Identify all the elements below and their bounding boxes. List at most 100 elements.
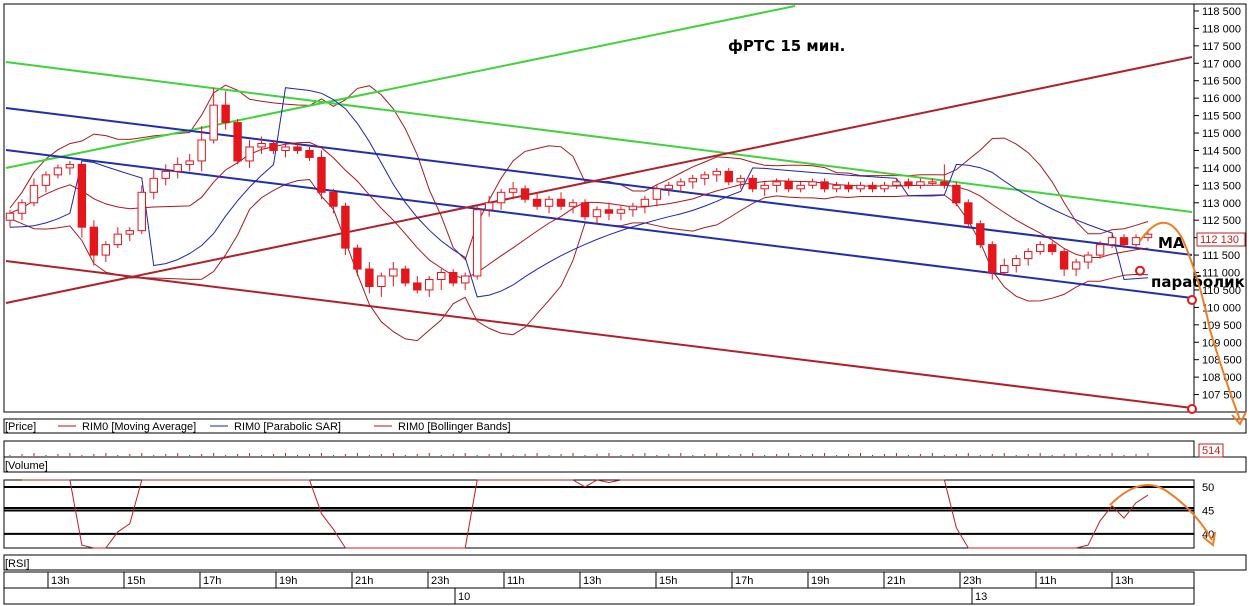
candle-body [317, 156, 326, 193]
candle-body [233, 122, 242, 162]
candle-body [832, 184, 841, 190]
time-hour-label: 11h [1039, 575, 1057, 587]
price-tick-label: 107 500 [1202, 390, 1242, 402]
price-tick-label: 114 500 [1202, 145, 1241, 157]
legend-ma: RIM0 [Moving Average] [82, 421, 196, 433]
candle-body [305, 149, 314, 158]
candle-body [1095, 244, 1105, 256]
candle-body [712, 170, 721, 176]
candle-body [125, 230, 135, 235]
candle-body [640, 198, 650, 207]
price-tick-label: 113 500 [1202, 180, 1241, 192]
candle-body [257, 142, 266, 148]
time-hour-label: 11h [507, 575, 525, 587]
candle-body [1035, 244, 1045, 253]
candle-body [604, 209, 614, 214]
candle-body [856, 184, 865, 190]
candle-body [185, 160, 194, 165]
candle-body [784, 181, 793, 190]
candle-body [353, 247, 362, 270]
price-tick-label: 115 500 [1202, 111, 1241, 123]
rsi-tick-label: 45 [1202, 505, 1214, 517]
candle-body [101, 244, 111, 256]
candle-body [796, 184, 805, 190]
candle-body [293, 146, 302, 151]
candle-body [736, 177, 745, 183]
candle-body [113, 233, 123, 246]
channel-marker-upper [1187, 295, 1197, 305]
last-price-label: 112 130 [1200, 234, 1239, 246]
volume-label-bar [3, 456, 1247, 473]
price-tick-label: 118 500 [1202, 6, 1241, 18]
chart-title: фРТС 15 мин. [728, 37, 845, 55]
price-tick-label: 111 500 [1202, 250, 1240, 262]
candle-body [976, 223, 985, 246]
price-tick-label: 109 000 [1202, 337, 1242, 349]
candle-body [772, 181, 781, 186]
candle-body [449, 272, 458, 284]
candle-body [988, 244, 997, 274]
legend-bb: RIM0 [Bollinger Bands] [398, 421, 511, 433]
candle-body [209, 104, 218, 141]
candle-body [844, 184, 853, 190]
volume-panel-frame [3, 440, 1195, 458]
price-tick-label: 115 000 [1202, 128, 1241, 140]
candle-body [1071, 261, 1081, 270]
candle-body [916, 181, 925, 186]
price-panel-frame [3, 3, 1195, 413]
candle-body [1059, 251, 1069, 270]
candle-body [401, 268, 410, 284]
candle-body [5, 212, 15, 221]
candle-body [17, 202, 27, 214]
chart-svg: 118 500 118 000 117 500 117 000 116 500 116 0… [3, 3, 1247, 605]
candle-body [676, 181, 686, 186]
legend-price: [Price] [5, 421, 36, 433]
candle-body [65, 163, 75, 169]
rsi-label-bar [3, 554, 1247, 571]
candle-body [556, 198, 566, 207]
candle-body [724, 170, 733, 183]
candle-body [1000, 265, 1009, 274]
candle-body [341, 205, 350, 249]
candle-body [616, 209, 626, 214]
candle-body [89, 226, 99, 256]
time-hour-label: 13h [51, 575, 69, 587]
candle-body [748, 177, 757, 190]
candle-body [1131, 237, 1141, 246]
candle-body [868, 184, 877, 190]
time-hour-label: 15h [659, 575, 677, 587]
time-hour-label: 23h [963, 575, 981, 587]
candle-body [820, 181, 829, 190]
candle-body [161, 170, 170, 179]
time-hour-label: 21h [887, 575, 905, 587]
candle-body [29, 184, 39, 204]
candle-body [1047, 244, 1057, 253]
price-tick-label: 116 500 [1202, 76, 1241, 88]
candle-body [940, 181, 949, 186]
candle-body [377, 275, 386, 287]
candle-body [472, 209, 482, 277]
time-hour-label: 23h [431, 575, 449, 587]
candle-body [149, 177, 158, 193]
candle-body [460, 275, 470, 284]
channel-marker-lower [1187, 404, 1197, 414]
candle-body [1107, 237, 1117, 246]
candle-body [652, 188, 662, 200]
time-hour-label: 21h [355, 575, 373, 587]
candle-body [700, 174, 709, 179]
candle-body [544, 198, 554, 207]
volume-last-value: 514 [1202, 445, 1220, 457]
candle-body [269, 142, 278, 151]
candle-body [892, 181, 901, 186]
price-tick-label: 117 000 [1202, 58, 1241, 70]
price-tick-label: 113 000 [1202, 198, 1241, 210]
legend-sar: RIM0 [Parabolic SAR] [234, 421, 341, 433]
price-tick-label: 117 500 [1202, 41, 1241, 53]
candle-body [496, 191, 506, 204]
candle-body [413, 282, 422, 291]
price-tick-label: 114 000 [1202, 163, 1241, 175]
candle-body [808, 181, 817, 186]
time-hour-label: 17h [735, 575, 753, 587]
candle-body [628, 205, 638, 211]
candle-body [281, 146, 290, 151]
